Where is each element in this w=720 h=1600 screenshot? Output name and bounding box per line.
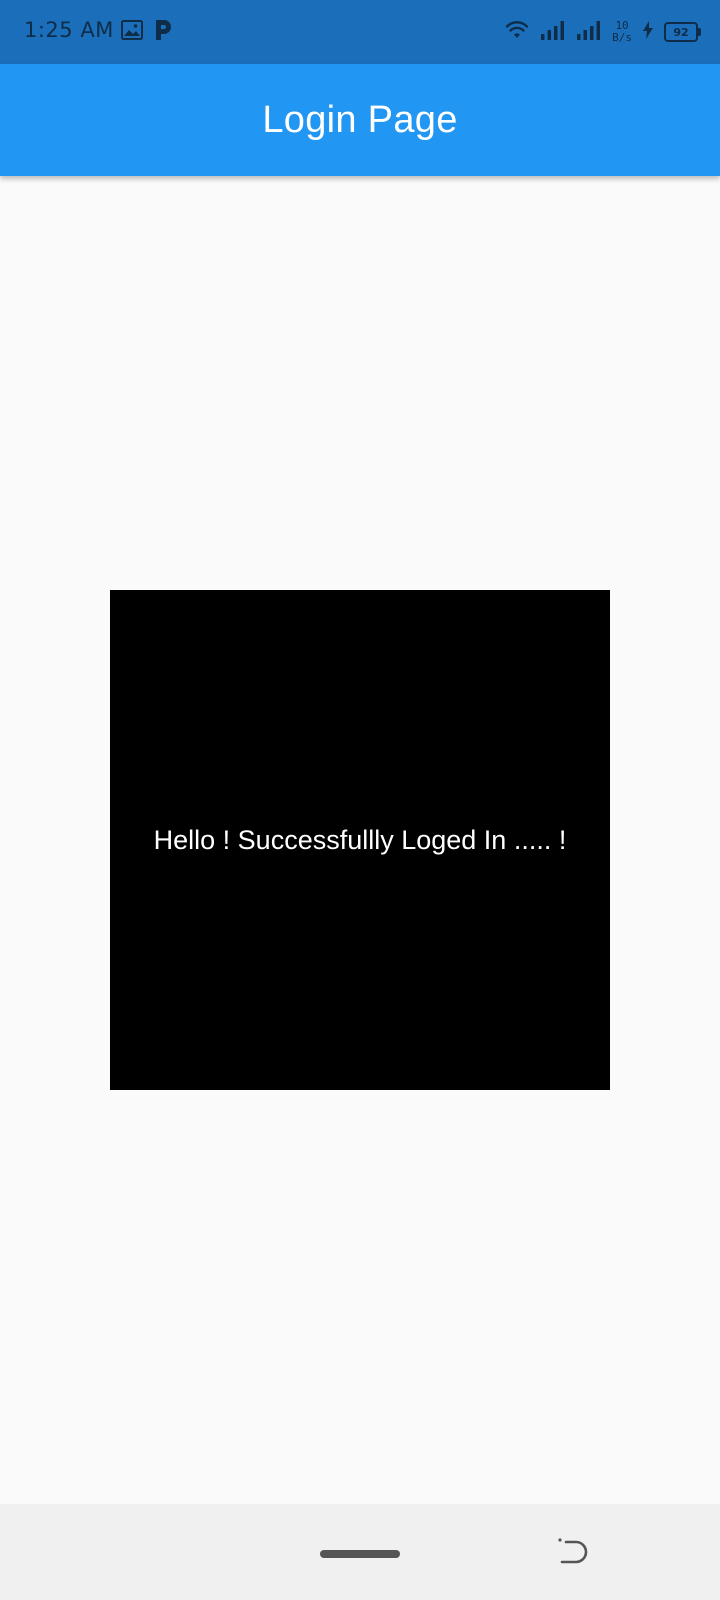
success-message-box: Hello ! Successfullly Loged In ..... ! <box>110 590 610 1090</box>
image-icon <box>120 18 144 47</box>
navigation-bar <box>0 1504 720 1600</box>
battery-icon: 92 <box>664 22 701 42</box>
status-left-icons <box>120 18 174 46</box>
net-speed-unit: B/s <box>612 31 632 44</box>
status-time: 1:25 AM <box>24 18 114 42</box>
main-content: Hello ! Successfullly Loged In ..... ! <box>0 176 720 1504</box>
success-message: Hello ! Successfullly Loged In ..... ! <box>153 824 567 855</box>
back-gesture-icon[interactable] <box>556 1536 590 1570</box>
battery-level: 92 <box>673 25 689 39</box>
net-speed: 10 B/s <box>612 20 632 44</box>
wifi-icon <box>504 19 530 46</box>
signal-icon-1 <box>540 19 566 46</box>
charging-icon <box>642 20 654 45</box>
signal-icon-2 <box>576 19 602 46</box>
status-right-icons: 10 B/s 92 <box>504 14 701 50</box>
status-bar: 1:25 AM 10 B/s 92 <box>0 0 720 64</box>
page-title: Login Page <box>262 98 458 141</box>
app-bar: Login Page <box>0 64 720 176</box>
parking-icon <box>152 18 174 47</box>
home-pill-icon[interactable] <box>320 1550 400 1558</box>
